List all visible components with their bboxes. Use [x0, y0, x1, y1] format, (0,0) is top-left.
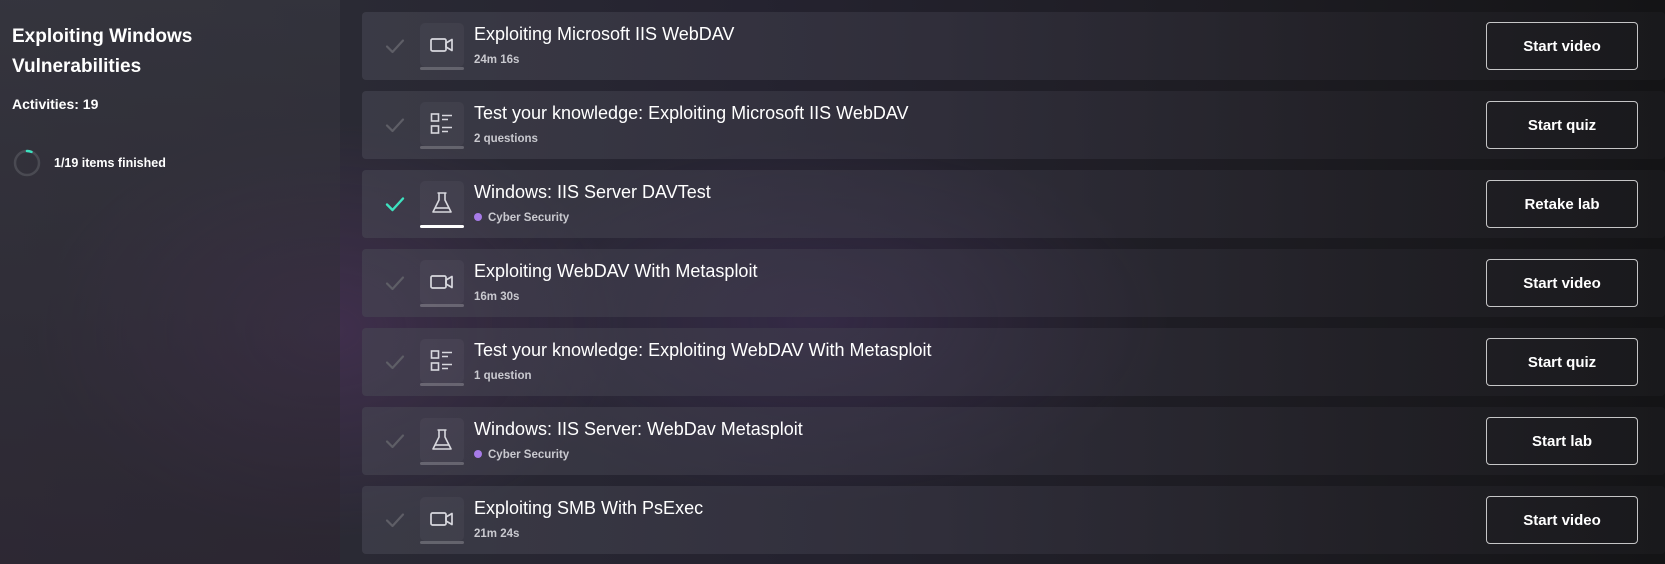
activity-list: Exploiting Microsoft IIS WebDAV 24m 16s …	[362, 12, 1665, 564]
list-item[interactable]: Exploiting Microsoft IIS WebDAV 24m 16s …	[362, 12, 1665, 80]
item-title[interactable]: Exploiting WebDAV With Metasploit	[474, 261, 757, 282]
start-quiz-button[interactable]: Start quiz	[1486, 338, 1638, 386]
start-video-button[interactable]: Start video	[1486, 22, 1638, 70]
item-question-count: 2 questions	[474, 133, 538, 145]
start-quiz-button[interactable]: Start quiz	[1486, 101, 1638, 149]
lab-flask-icon	[420, 181, 464, 225]
check-icon	[385, 118, 405, 133]
item-duration: 24m 16s	[474, 54, 520, 66]
retake-lab-button[interactable]: Retake lab	[1486, 180, 1638, 228]
item-title[interactable]: Windows: IIS Server DAVTest	[474, 182, 711, 203]
video-camera-icon	[420, 260, 464, 304]
list-item[interactable]: Exploiting WebDAV With Metasploit 16m 30…	[362, 249, 1665, 317]
video-camera-icon	[420, 23, 464, 67]
check-icon	[385, 513, 405, 528]
category-dot-icon	[474, 450, 482, 458]
check-icon	[385, 434, 405, 449]
activities-count: Activities: 19	[12, 96, 99, 112]
start-video-button[interactable]: Start video	[1486, 496, 1638, 544]
progress-underline	[420, 462, 464, 465]
progress-underline	[420, 67, 464, 70]
progress-underline	[420, 383, 464, 386]
start-video-button[interactable]: Start video	[1486, 259, 1638, 307]
video-camera-icon	[420, 497, 464, 541]
list-item[interactable]: Exploiting SMB With PsExec 21m 24s Start…	[362, 486, 1665, 554]
item-title[interactable]: Test your knowledge: Exploiting Microsof…	[474, 103, 909, 124]
item-category: Cyber Security	[474, 449, 569, 461]
item-category: Cyber Security	[474, 212, 569, 224]
progress-text: 1/19 items finished	[54, 156, 166, 170]
quiz-list-icon	[420, 102, 464, 146]
check-icon	[385, 197, 405, 212]
course-sidebar: Exploiting Windows Vulnerabilities Activ…	[0, 0, 340, 564]
list-item[interactable]: Test your knowledge: Exploiting WebDAV W…	[362, 328, 1665, 396]
progress-ring-icon	[13, 149, 41, 177]
check-icon	[385, 355, 405, 370]
check-icon	[385, 39, 405, 54]
check-icon	[385, 276, 405, 291]
quiz-list-icon	[420, 339, 464, 383]
lab-flask-icon	[420, 418, 464, 462]
progress-underline	[420, 225, 464, 228]
item-duration: 16m 30s	[474, 291, 520, 303]
item-title[interactable]: Windows: IIS Server: WebDav Metasploit	[474, 419, 803, 440]
item-question-count: 1 question	[474, 370, 532, 382]
start-lab-button[interactable]: Start lab	[1486, 417, 1638, 465]
item-duration: 21m 24s	[474, 528, 520, 540]
list-item[interactable]: Test your knowledge: Exploiting Microsof…	[362, 91, 1665, 159]
category-dot-icon	[474, 213, 482, 221]
course-title: Exploiting Windows Vulnerabilities	[12, 26, 193, 77]
item-title[interactable]: Exploiting Microsoft IIS WebDAV	[474, 24, 734, 45]
list-item[interactable]: Windows: IIS Server DAVTest Cyber Securi…	[362, 170, 1665, 238]
progress-underline	[420, 146, 464, 149]
item-title[interactable]: Test your knowledge: Exploiting WebDAV W…	[474, 340, 932, 361]
item-title[interactable]: Exploiting SMB With PsExec	[474, 498, 703, 519]
progress-underline	[420, 541, 464, 544]
progress-underline	[420, 304, 464, 307]
list-item[interactable]: Windows: IIS Server: WebDav Metasploit C…	[362, 407, 1665, 475]
